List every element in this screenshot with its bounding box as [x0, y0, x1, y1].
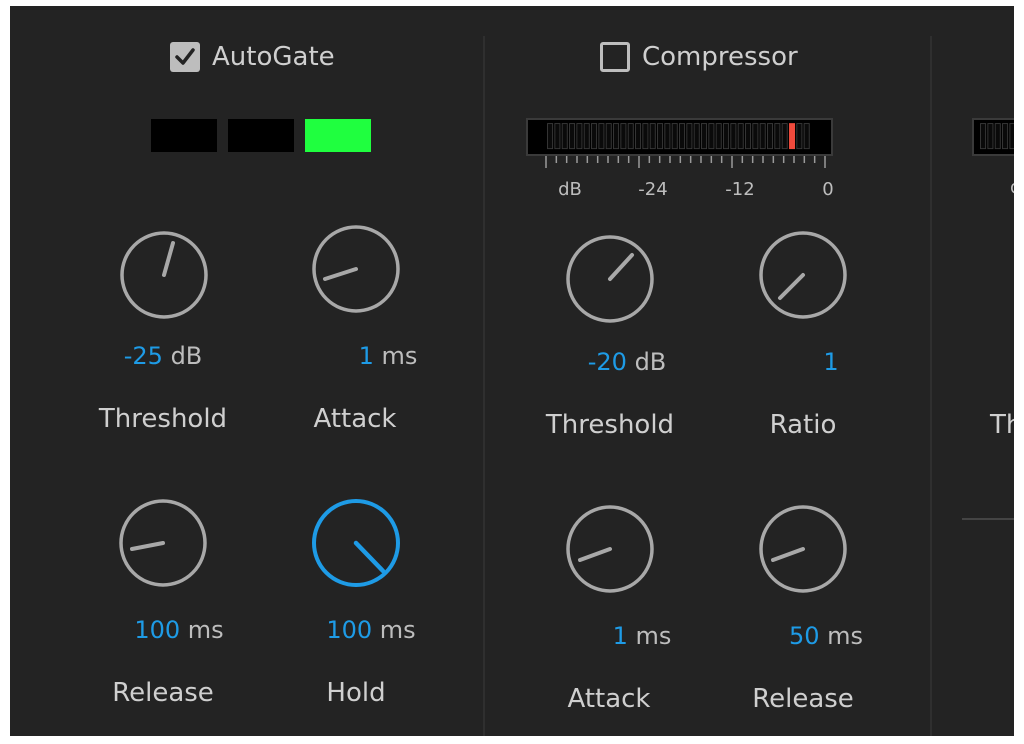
- meter-segment: [671, 123, 678, 150]
- meter-segment: [796, 123, 803, 150]
- meter-segment: [759, 123, 766, 150]
- autogate-enable-checkbox[interactable]: [170, 42, 200, 72]
- autogate-release-value[interactable]: 100 ms: [94, 616, 264, 644]
- section-divider: [483, 36, 485, 736]
- meter-segment: [701, 123, 708, 150]
- autogate-title: AutoGate: [212, 42, 335, 72]
- compressor-title: Compressor: [642, 42, 798, 72]
- compressor-attack-knob[interactable]: [565, 504, 655, 594]
- meter-segment: [576, 123, 583, 150]
- meter-segment: [715, 123, 722, 150]
- meter-segment: [994, 123, 1001, 150]
- gate-indicator-1: [151, 119, 217, 152]
- meter-segment: [613, 123, 620, 150]
- meter-segment: [642, 123, 649, 150]
- gate-indicator-2: [228, 119, 294, 152]
- compressor-attack-label: Attack: [567, 684, 651, 714]
- meter-scale-label: 0: [822, 179, 834, 200]
- compressor-threshold-value[interactable]: -20 dB: [542, 348, 712, 376]
- third-level-meter: [972, 118, 1014, 156]
- meter-segment: [569, 123, 576, 150]
- meter-segment: [591, 123, 598, 150]
- meter-segment: [987, 123, 994, 150]
- meter-segment: [767, 123, 774, 150]
- meter-segment: [781, 123, 788, 150]
- autogate-header: AutoGate: [170, 38, 335, 76]
- meter-segment: [752, 123, 759, 150]
- meter-scale-label: dB: [558, 179, 582, 200]
- compressor-release-label: Release: [752, 684, 854, 714]
- meter-segment: [1009, 123, 1014, 150]
- autogate-threshold-value[interactable]: -25 dB: [78, 342, 248, 370]
- meter-segment: [657, 123, 664, 150]
- meter-segment: [547, 123, 554, 150]
- autogate-hold-value[interactable]: 100 ms: [286, 616, 456, 644]
- autogate-threshold-label: Threshold: [98, 404, 228, 434]
- meter-segment: [598, 123, 605, 150]
- meter-segment: [693, 123, 700, 150]
- meter-segment: [620, 123, 627, 150]
- autogate-hold-knob[interactable]: [311, 498, 401, 588]
- autogate-attack-label: Attack: [313, 404, 397, 434]
- autogate-release-label: Release: [112, 678, 214, 708]
- meter-segment: [664, 123, 671, 150]
- autogate-hold-label: Hold: [326, 678, 386, 708]
- compressor-ratio-label: Ratio: [769, 410, 837, 440]
- autogate-attack-value[interactable]: 1 ms: [303, 342, 473, 370]
- compressor-threshold-knob[interactable]: [565, 234, 655, 324]
- meter-segment: [980, 123, 987, 150]
- compressor-threshold-label: Threshold: [545, 410, 675, 440]
- autogate-release-knob[interactable]: [118, 498, 208, 588]
- meter-segment: [737, 123, 744, 150]
- meter-segment: [554, 123, 561, 150]
- compressor-ratio-value[interactable]: 1: [746, 348, 916, 376]
- compressor-ratio-knob[interactable]: [758, 230, 848, 320]
- meter-segment: [803, 123, 810, 150]
- section-divider: [930, 36, 932, 736]
- meter-segment: [708, 123, 715, 150]
- gate-indicator-3: [305, 119, 371, 152]
- meter-segment: [605, 123, 612, 150]
- compressor-release-knob[interactable]: [758, 504, 848, 594]
- autogate-threshold-knob[interactable]: [119, 230, 209, 320]
- meter-scale-label: -24: [638, 179, 668, 200]
- compressor-attack-value[interactable]: 1 ms: [557, 622, 727, 650]
- meter-scale-ticks: [545, 156, 826, 168]
- third-scale-label: d: [1010, 177, 1014, 198]
- compressor-release-value[interactable]: 50 ms: [741, 622, 911, 650]
- meter-segment: [561, 123, 568, 150]
- meter-segment: [679, 123, 686, 150]
- compressor-enable-checkbox[interactable]: [600, 42, 630, 72]
- meter-segment: [1002, 123, 1009, 150]
- meter-segment: [649, 123, 656, 150]
- meter-segment: [774, 123, 781, 150]
- meter-segment: [627, 123, 634, 150]
- third-threshold-label: Th: [990, 410, 1014, 440]
- meter-peak-segment: [789, 123, 796, 150]
- third-slider-track: [962, 518, 1014, 520]
- compressor-header: Compressor: [600, 38, 798, 76]
- compressor-level-meter: [526, 118, 833, 156]
- autogate-attack-knob[interactable]: [311, 224, 401, 314]
- meter-segment: [745, 123, 752, 150]
- checkmark-icon: [175, 48, 195, 65]
- dynamics-panel: AutoGate -25 dB Threshold 1 ms Attack 10…: [10, 6, 1014, 736]
- meter-segment: [686, 123, 693, 150]
- meter-segment: [635, 123, 642, 150]
- meter-scale-label: -12: [725, 179, 755, 200]
- meter-segment: [723, 123, 730, 150]
- meter-segment: [730, 123, 737, 150]
- meter-segment: [583, 123, 590, 150]
